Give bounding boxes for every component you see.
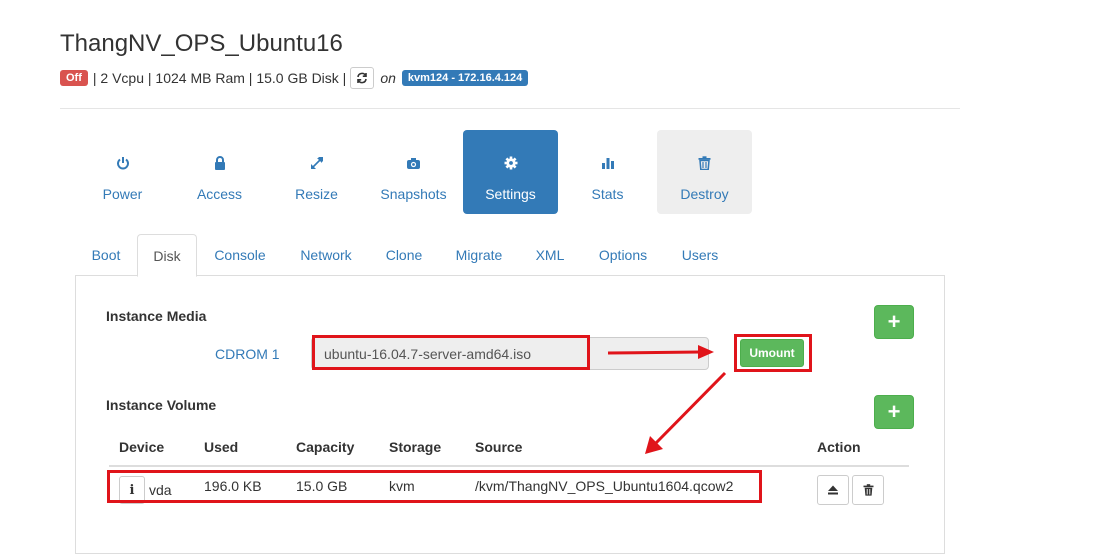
annotation-arrow-right	[607, 350, 701, 355]
annotation-arrows	[607, 345, 727, 454]
annotation-arrow-down	[653, 371, 727, 446]
annotation-arrowhead-right	[698, 345, 714, 359]
